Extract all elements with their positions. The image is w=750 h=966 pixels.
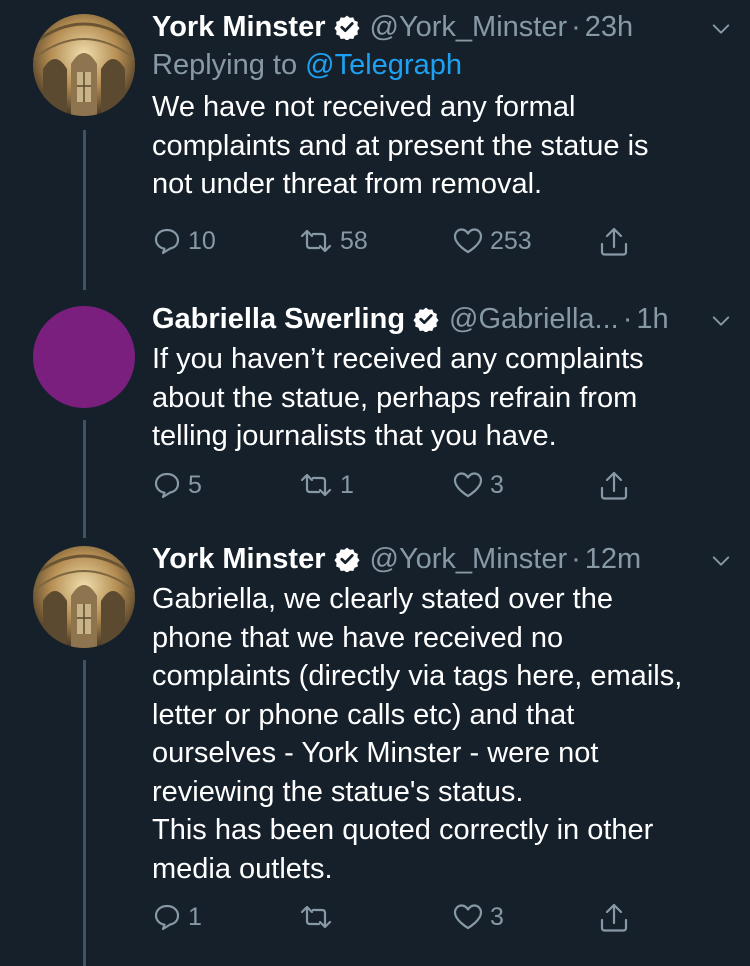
chevron-down-icon[interactable] [710, 550, 732, 572]
tweet-header: York Minster @York_Minster · 23h [152, 10, 730, 44]
retweet-button[interactable]: 1 [298, 470, 354, 500]
cathedral-avatar-image [33, 546, 135, 648]
like-button[interactable]: 3 [452, 902, 504, 932]
retweet-button[interactable]: 58 [298, 226, 368, 256]
verified-badge-icon [413, 307, 439, 332]
display-name[interactable]: Gabriella Swerling [152, 302, 405, 336]
like-button[interactable]: 3 [452, 470, 504, 500]
timestamp[interactable]: 23h [585, 10, 633, 44]
retweet-icon [300, 229, 332, 253]
replying-to: Replying to @Telegraph [152, 46, 730, 84]
tweet-text: Gabriella, we clearly stated over the ph… [152, 583, 683, 885]
separator-dot: · [571, 11, 581, 43]
retweet-count: 1 [340, 470, 354, 499]
tweet[interactable]: Gabriella Swerling @Gabriella... · 1h If… [0, 290, 750, 540]
replying-to-label: Replying to [152, 49, 298, 81]
tweet-header: Gabriella Swerling @Gabriella... · 1h [152, 302, 730, 336]
separator-dot: · [622, 303, 633, 335]
reply-icon [154, 228, 180, 255]
reply-icon [154, 472, 180, 499]
retweet-count: 58 [340, 226, 368, 255]
verified-badge-icon [333, 547, 360, 572]
user-handle[interactable]: @York_Minster [370, 542, 568, 576]
reply-button[interactable]: 5 [152, 470, 202, 500]
share-icon [600, 903, 628, 932]
user-handle[interactable]: @York_Minster [370, 10, 568, 44]
display-name[interactable]: York Minster [152, 542, 326, 576]
tweet-header: York Minster @York_Minster · 12m [152, 542, 730, 576]
retweet-button[interactable] [298, 902, 340, 932]
reply-mention-link[interactable]: @Telegraph [305, 49, 462, 81]
heart-icon [453, 904, 483, 930]
reply-count: 1 [188, 902, 202, 931]
share-button[interactable] [598, 470, 636, 502]
user-handle[interactable]: @Gabriella... [449, 302, 619, 336]
tweet-actions: 10 58 253 [152, 226, 632, 262]
avatar[interactable] [33, 14, 135, 116]
tweet[interactable]: York Minster @York_Minster · 23h Replyin… [0, 0, 750, 290]
reply-button[interactable]: 10 [152, 226, 216, 256]
share-icon [600, 471, 628, 500]
reply-button[interactable]: 1 [152, 902, 202, 932]
tweet-text: We have not received any formal complain… [152, 91, 649, 200]
chevron-down-icon[interactable] [710, 18, 732, 40]
tweet-actions: 5 1 3 [152, 470, 632, 506]
timestamp[interactable]: 12m [585, 542, 641, 576]
share-icon [600, 227, 628, 256]
reply-count: 10 [188, 226, 216, 255]
cathedral-avatar-image [33, 14, 135, 116]
retweet-icon [300, 905, 332, 929]
verified-badge-icon [333, 15, 360, 40]
avatar[interactable] [33, 546, 135, 648]
share-button[interactable] [598, 226, 636, 258]
timestamp[interactable]: 1h [636, 302, 668, 336]
separator-dot: · [571, 543, 581, 575]
like-button[interactable]: 253 [452, 226, 532, 256]
heart-icon [453, 472, 483, 498]
reply-count: 5 [188, 470, 202, 499]
tweet-text: If you haven’t received any complaints a… [152, 343, 644, 452]
display-name[interactable]: York Minster [152, 10, 326, 44]
like-count: 3 [490, 470, 504, 499]
reply-icon [154, 904, 180, 931]
retweet-icon [300, 473, 332, 497]
heart-icon [453, 228, 483, 254]
chevron-down-icon[interactable] [710, 310, 732, 332]
like-count: 253 [490, 226, 532, 255]
avatar[interactable] [33, 306, 135, 408]
like-count: 3 [490, 902, 504, 931]
tweet[interactable]: York Minster @York_Minster · 12m Gabriel… [0, 540, 750, 966]
tweet-actions: 1 3 [152, 902, 632, 938]
share-button[interactable] [598, 902, 636, 934]
